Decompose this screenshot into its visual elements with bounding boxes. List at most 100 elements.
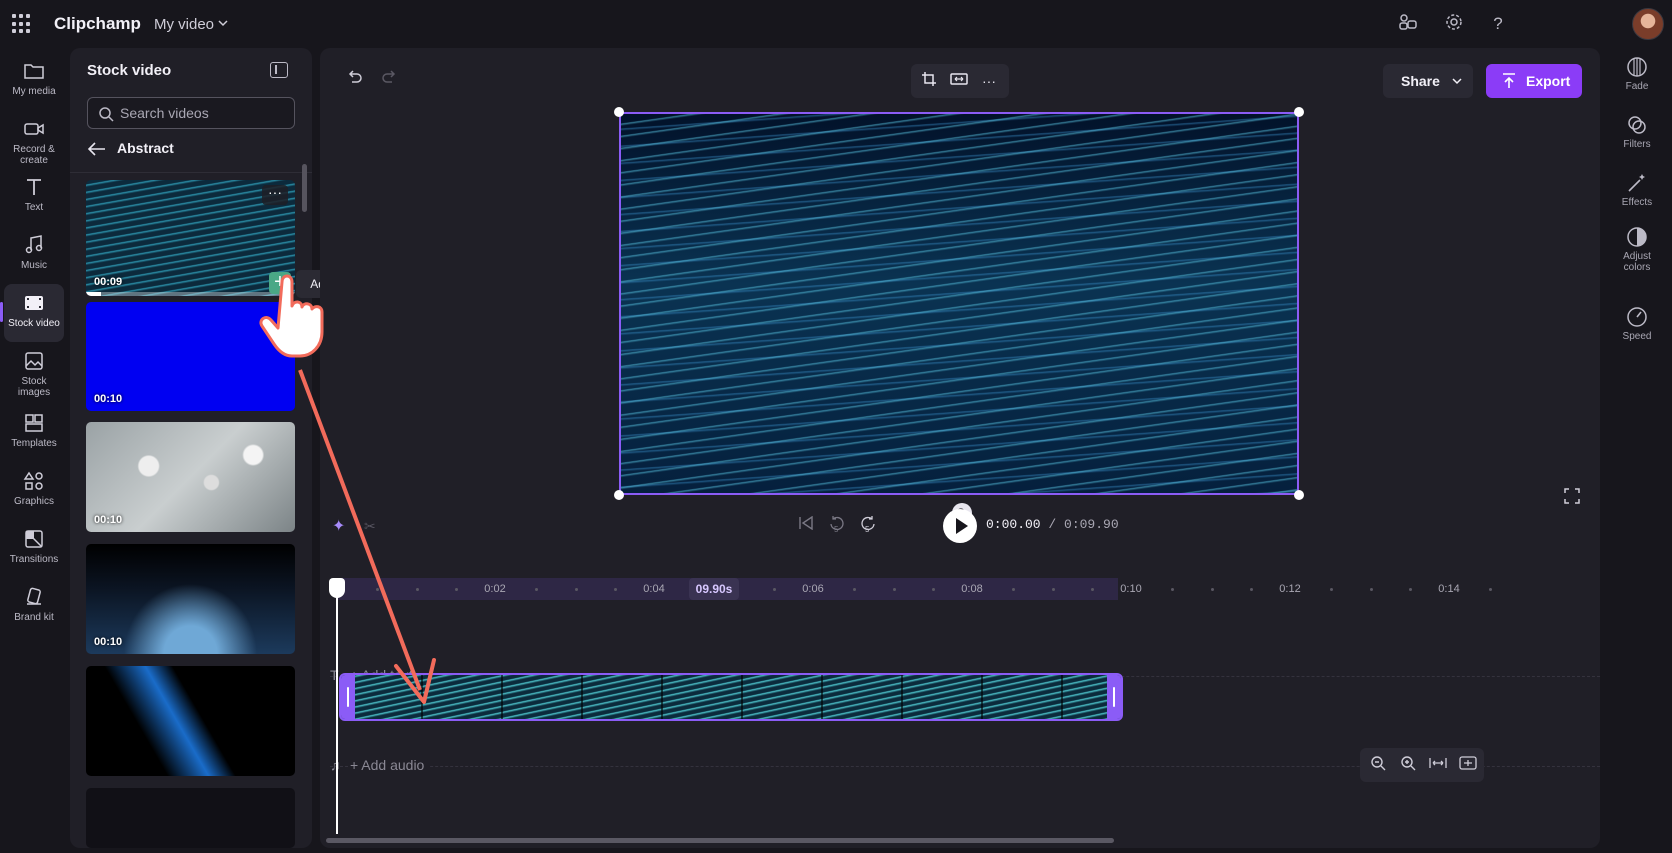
property-label: Fade [1625,81,1649,92]
zoom-out-icon[interactable] [1368,755,1388,775]
expand-tracks-icon[interactable] [1458,755,1478,775]
app-launcher-icon[interactable] [12,14,32,34]
zoom-in-icon[interactable] [1398,755,1418,775]
video-thumbnail-waves[interactable]: ··· 00:09 [86,180,295,296]
sidebar-item-brand-kit[interactable]: Brand kit [4,578,64,636]
more-icon[interactable]: ··· [979,71,999,91]
undo-icon[interactable] [346,68,364,92]
sidebar-item-label: Record & create [13,144,55,166]
panel-scrollbar[interactable] [302,164,307,212]
project-name-dropdown[interactable]: My video [154,16,228,33]
collapse-panel-icon[interactable] [270,62,288,78]
user-avatar[interactable] [1632,8,1664,40]
redo-icon[interactable] [380,68,398,92]
duration-label: 00:10 [94,514,123,526]
fit-timeline-icon[interactable] [1428,755,1448,775]
video-thumbnail-spotlight[interactable]: 00:10 [86,544,295,654]
property-fade[interactable]: Fade [1602,56,1672,92]
sidebar-item-label: My media [12,86,56,97]
sidebar-item-label: Templates [11,438,57,449]
settings-gear-icon[interactable] [1442,12,1466,36]
sidebar-item-stock-images[interactable]: Stock images [4,342,64,400]
playhead-handle[interactable] [329,578,345,598]
property-effects[interactable]: Effects [1602,172,1672,208]
resize-handle[interactable] [614,107,624,117]
fit-icon[interactable] [949,71,969,91]
video-thumbnail-molecules[interactable]: 00:10 [86,422,295,532]
add-to-timeline-button[interactable]: + [269,272,291,294]
resize-handle[interactable] [614,490,624,500]
video-thumbnail-lights[interactable] [86,666,295,776]
search-input[interactable] [120,98,290,128]
more-options-icon[interactable]: ··· [262,185,288,205]
ruler-tick-dot [1170,588,1174,591]
ruler-tick-label: 0:14 [1438,583,1460,595]
clip-trim-handle-left[interactable] [341,675,355,719]
preview-progress-bar[interactable] [86,292,295,296]
export-button[interactable]: Export [1486,64,1582,98]
teams-icon[interactable] [1396,12,1420,36]
sidebar-item-text[interactable]: Text [4,168,64,226]
total-time: / 0:09.90 [1040,517,1119,532]
rewind-5-icon[interactable]: 5 [826,515,848,537]
transitions-icon [25,530,43,548]
ruler-tick-label: 0:12 [1279,583,1301,595]
forward-seconds: 5 [865,525,870,534]
sidebar-item-transitions[interactable]: Transitions [4,520,64,578]
resize-handle[interactable] [1294,490,1304,500]
share-label: Share [1401,73,1440,89]
sidebar-item-my-media[interactable]: My media [4,52,64,110]
scissors-icon[interactable]: ✂ [364,518,376,535]
crop-icon[interactable] [919,71,939,91]
video-thumbnail-blue[interactable]: 00:10 [86,302,295,411]
sidebar-item-graphics[interactable]: Graphics [4,462,64,520]
back-button[interactable]: Abstract [87,136,287,162]
property-filters[interactable]: Filters [1602,114,1672,150]
app-brand: Clipchamp [54,14,141,33]
property-adjust-colors[interactable]: Adjust colors [1602,226,1672,273]
sidebar-item-stock-video[interactable]: Stock video [0,284,64,342]
folder-icon [24,64,44,79]
current-time: 0:00.00 [986,517,1041,532]
add-audio-button[interactable]: + Add audio [350,757,431,773]
brand-kit-icon [27,587,41,605]
property-label: Effects [1621,197,1653,208]
forward-5-icon[interactable]: 5 [857,515,879,537]
divider [70,172,312,173]
resize-handle[interactable] [1294,107,1304,117]
sidebar-item-label: Brand kit [14,612,54,623]
video-thumbnail-partial[interactable] [86,788,295,848]
sidebar-item-record-create[interactable]: Record & create [4,110,64,168]
ruler-tick-dot [1051,588,1055,591]
fullscreen-icon[interactable] [1564,488,1580,504]
top-bar: Clipchamp My video ? [0,0,1672,48]
play-button[interactable] [943,509,977,543]
stock-video-panel: Stock video Abstract ··· 00:09 00:10 00:… [70,48,312,848]
text-icon [27,179,41,195]
help-icon[interactable]: ? [1486,12,1510,36]
sidebar-item-music[interactable]: Music [4,226,64,284]
property-speed[interactable]: Speed [1602,306,1672,342]
shapes-icon [23,471,43,490]
filters-icon [1628,116,1646,134]
sidebar-item-templates[interactable]: Templates [4,404,64,462]
skip-to-start-icon[interactable] [795,515,817,537]
ruler-tick-label: 0:06 [802,583,824,595]
timeline-ruler[interactable]: 0:02 0:04 0:06 0:08 0:10 0:12 0:14 09.90s [320,578,1600,602]
video-clip[interactable] [339,673,1123,721]
speedometer-icon [1627,307,1647,327]
timeline-scrollbar[interactable] [326,838,1114,843]
sidebar-item-label: Music [20,260,48,271]
search-field[interactable] [87,97,295,129]
ruler-tick-dot [574,588,578,591]
editor-main: ··· Share Export ⟳ ✦ ✂ 5 5 [320,48,1600,848]
video-preview-canvas[interactable] [619,112,1299,495]
sidebar-item-label: Transitions [9,554,59,565]
playhead[interactable] [336,594,338,834]
ruler-tick-label: 0:10 [1120,583,1142,595]
rewind-seconds: 5 [834,525,839,534]
panel-title: Stock video [87,62,172,79]
share-button[interactable]: Share [1383,64,1473,98]
magic-sparkle-icon[interactable]: ✦ [332,516,345,536]
clip-trim-handle-right[interactable] [1107,675,1121,719]
